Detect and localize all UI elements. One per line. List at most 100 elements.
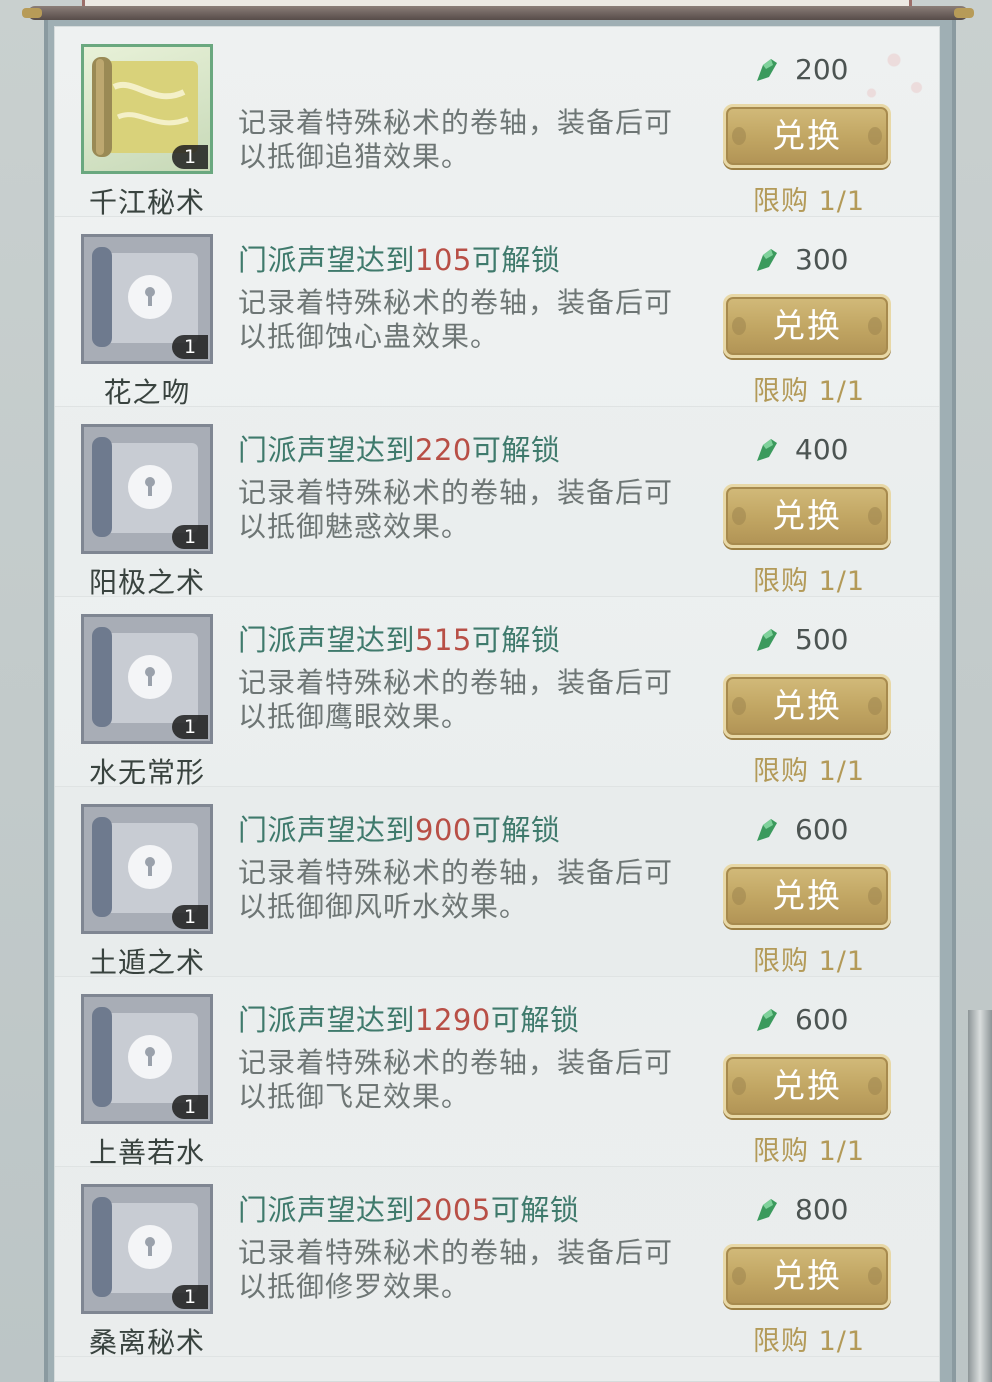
unlock-prefix: 门派声望达到 <box>238 813 416 847</box>
item-quantity-badge: 1 <box>172 905 208 929</box>
item-description-line: 以抵御蚀心蛊效果。 <box>238 320 500 353</box>
item-icon-slot[interactable]: 1 <box>81 234 213 364</box>
purchase-limit: 限购 1/1 <box>753 1136 866 1167</box>
shop-item-row: 1 花之吻 门派声望达到105可解锁 记录着特殊秘术的卷轴，装备后可 以抵御蚀心… <box>55 217 939 409</box>
jade-gem-icon <box>757 819 777 841</box>
item-description-line: 记录着特殊秘术的卷轴，装备后可 <box>238 286 674 319</box>
shop-item-row: 1 水无常形 门派声望达到515可解锁 记录着特殊秘术的卷轴，装备后可 以抵御鹰… <box>55 597 939 789</box>
exchange-button[interactable]: 兑换 <box>723 864 891 928</box>
item-name: 阳极之术 <box>88 566 205 599</box>
item-description-line: 记录着特殊秘术的卷轴，装备后可 <box>238 476 674 509</box>
exchange-button-label: 兑换 <box>772 1256 842 1295</box>
unlock-suffix: 可解锁 <box>471 433 561 467</box>
unlock-suffix: 可解锁 <box>471 243 561 277</box>
leaf-ornament-icon <box>868 697 882 715</box>
unlock-requirement: 门派声望达到2005可解锁 <box>238 1187 579 1229</box>
unlock-requirement: 门派声望达到900可解锁 <box>238 807 560 849</box>
jade-gem-icon <box>757 629 777 651</box>
item-icon-slot[interactable]: 1 <box>81 994 213 1124</box>
item-name: 上善若水 <box>88 1136 205 1169</box>
item-quantity-badge: 1 <box>172 335 208 359</box>
unlock-reputation-value: 220 <box>415 433 472 467</box>
exchange-button-label: 兑换 <box>772 876 842 915</box>
item-icon-slot[interactable]: 1 <box>81 804 213 934</box>
exchange-button-label: 兑换 <box>772 1066 842 1105</box>
item-description-line: 记录着特殊秘术的卷轴，装备后可 <box>238 856 674 889</box>
shop-item-list[interactable]: 1 千江秘术 记录着特殊秘术的卷轴，装备后可 以抵御追猎效果。 200 兑换 限… <box>54 26 940 1382</box>
purchase-limit: 限购 1/1 <box>753 376 866 407</box>
unlock-prefix: 门派声望达到 <box>238 433 416 467</box>
leaf-ornament-icon <box>868 1077 882 1095</box>
item-icon-slot[interactable]: 1 <box>81 424 213 554</box>
exchange-button[interactable]: 兑换 <box>723 484 891 548</box>
purchase-limit: 限购 1/1 <box>753 1326 866 1357</box>
item-description-line: 记录着特殊秘术的卷轴，装备后可 <box>238 1236 674 1269</box>
item-description-line: 以抵御追猎效果。 <box>238 140 471 173</box>
unlock-suffix: 可解锁 <box>471 623 561 657</box>
purchase-limit: 限购 1/1 <box>753 186 866 217</box>
exchange-button[interactable]: 兑换 <box>723 674 891 738</box>
item-description-line: 以抵御鹰眼效果。 <box>238 700 471 733</box>
item-description-line: 记录着特殊秘术的卷轴，装备后可 <box>238 106 674 139</box>
item-price: 200 <box>751 53 891 87</box>
shop-item-row: 1 桑离秘术 门派声望达到2005可解锁 记录着特殊秘术的卷轴，装备后可 以抵御… <box>55 1167 939 1359</box>
item-price: 400 <box>751 433 891 467</box>
item-price: 600 <box>751 813 891 847</box>
item-price: 300 <box>751 243 891 277</box>
leaf-ornament-icon <box>732 1077 746 1095</box>
price-value: 400 <box>795 433 849 466</box>
item-description-line: 以抵御飞足效果。 <box>238 1080 471 1113</box>
leaf-ornament-icon <box>732 1267 746 1285</box>
unlock-suffix: 可解锁 <box>490 1003 580 1037</box>
sword-blade-decoration <box>968 1010 992 1382</box>
unlock-prefix: 门派声望达到 <box>238 623 416 657</box>
unlock-suffix: 可解锁 <box>471 813 561 847</box>
item-icon-slot[interactable]: 1 <box>81 44 213 174</box>
unlock-prefix: 门派声望达到 <box>238 1003 416 1037</box>
leaf-ornament-icon <box>868 507 882 525</box>
leaf-ornament-icon <box>868 1267 882 1285</box>
unlock-prefix: 门派声望达到 <box>238 1193 416 1227</box>
exchange-button[interactable]: 兑换 <box>723 294 891 358</box>
unlock-reputation-value: 1290 <box>415 1003 491 1037</box>
item-name: 桑离秘术 <box>88 1326 205 1359</box>
price-value: 500 <box>795 623 849 656</box>
shop-item-row: 1 阳极之术 门派声望达到220可解锁 记录着特殊秘术的卷轴，装备后可 以抵御魅… <box>55 407 939 599</box>
unlock-reputation-value: 900 <box>415 813 472 847</box>
item-name: 千江秘术 <box>88 186 205 219</box>
unlock-reputation-value: 2005 <box>415 1193 491 1227</box>
shop-item-row: 1 千江秘术 记录着特殊秘术的卷轴，装备后可 以抵御追猎效果。 200 兑换 限… <box>55 27 939 219</box>
leaf-ornament-icon <box>868 317 882 335</box>
price-value: 600 <box>795 1003 849 1036</box>
item-quantity-badge: 1 <box>172 145 208 169</box>
exchange-button[interactable]: 兑换 <box>723 1244 891 1308</box>
jade-gem-icon <box>757 1199 777 1221</box>
leaf-ornament-icon <box>868 887 882 905</box>
item-icon-slot[interactable]: 1 <box>81 614 213 744</box>
unlock-requirement: 门派声望达到1290可解锁 <box>238 997 579 1039</box>
item-description-line: 以抵御御风听水效果。 <box>238 890 529 923</box>
jade-gem-icon <box>757 439 777 461</box>
item-name: 花之吻 <box>103 376 191 409</box>
leaf-ornament-icon <box>732 507 746 525</box>
price-value: 800 <box>795 1193 849 1226</box>
item-icon-slot[interactable]: 1 <box>81 1184 213 1314</box>
exchange-button-label: 兑换 <box>772 686 842 725</box>
exchange-button[interactable]: 兑换 <box>723 1054 891 1118</box>
item-description-line: 记录着特殊秘术的卷轴，装备后可 <box>238 1046 674 1079</box>
unlock-reputation-value: 105 <box>415 243 472 277</box>
leaf-ornament-icon <box>732 697 746 715</box>
leaf-ornament-icon <box>868 127 882 145</box>
purchase-limit: 限购 1/1 <box>753 756 866 787</box>
shop-item-row: 1 土遁之术 门派声望达到900可解锁 记录着特殊秘术的卷轴，装备后可 以抵御御… <box>55 787 939 979</box>
unlock-requirement: 门派声望达到515可解锁 <box>238 617 560 659</box>
item-description-line: 以抵御修罗效果。 <box>238 1270 471 1303</box>
item-price: 600 <box>751 1003 891 1037</box>
scroll-rod <box>22 6 974 20</box>
exchange-button-label: 兑换 <box>772 306 842 345</box>
item-quantity-badge: 1 <box>172 525 208 549</box>
unlock-suffix: 可解锁 <box>490 1193 580 1227</box>
unlock-requirement: 门派声望达到220可解锁 <box>238 427 560 469</box>
item-quantity-badge: 1 <box>172 1095 208 1119</box>
exchange-button[interactable]: 兑换 <box>723 104 891 168</box>
